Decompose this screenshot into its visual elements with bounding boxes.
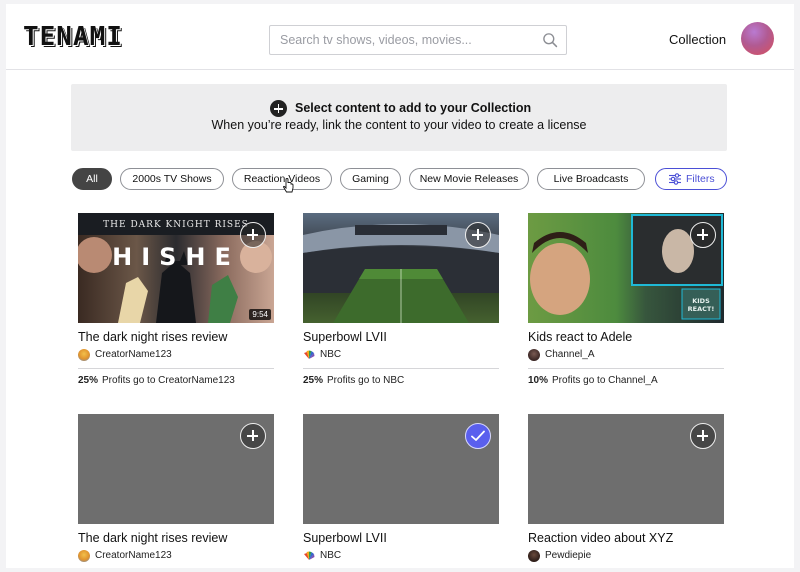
creator-avatar — [78, 349, 90, 361]
banner-title: Select content to add to your Collection — [295, 101, 532, 115]
search-input[interactable] — [270, 26, 534, 54]
video-duration: 9:54 — [249, 309, 271, 320]
search-box[interactable] — [269, 25, 567, 55]
content-card[interactable]: Reaction video about XYZ Pewdiepie — [528, 414, 724, 563]
app-frame: TENAMI Collection Select content to add … — [6, 4, 794, 568]
card-title[interactable]: The dark night rises review — [78, 330, 274, 344]
logo[interactable]: TENAMI — [23, 22, 123, 52]
content-card[interactable]: The dark night rises review CreatorName1… — [78, 414, 274, 563]
filters-label: Filters — [686, 173, 715, 185]
chip-all[interactable]: All — [72, 168, 112, 190]
add-to-collection-button[interactable] — [465, 222, 491, 248]
divider — [78, 368, 274, 369]
card-title[interactable]: Superbowl LVII — [303, 330, 499, 344]
content-card[interactable]: Superbowl LVII NBC 25% Profits go to NBC — [303, 213, 499, 386]
video-thumbnail[interactable] — [528, 414, 724, 524]
profit-text: Profits go to NBC — [327, 375, 405, 386]
add-to-collection-button[interactable] — [690, 423, 716, 449]
content-card[interactable]: THE DARK KNIGHT RISES HISHE 9:54 The dar… — [78, 213, 274, 386]
chip-reaction-videos[interactable]: Reaction Videos — [232, 168, 332, 190]
content-card[interactable]: Superbowl LVII NBC — [303, 414, 499, 563]
mouse-pointer-icon — [283, 178, 294, 193]
card-title[interactable]: Kids react to Adele — [528, 330, 724, 344]
card-title[interactable]: Reaction video about XYZ — [528, 531, 724, 545]
profit-info: 25% Profits go to CreatorName123 — [78, 375, 274, 386]
selected-check-button[interactable] — [465, 423, 491, 449]
top-header: TENAMI Collection — [6, 4, 794, 70]
instruction-banner: Select content to add to your Collection… — [71, 84, 727, 151]
profit-info: 25% Profits go to NBC — [303, 375, 499, 386]
divider — [303, 368, 499, 369]
profit-text: Profits go to CreatorName123 — [102, 375, 235, 386]
video-thumbnail[interactable] — [78, 414, 274, 524]
divider — [528, 368, 724, 369]
creator-name[interactable]: CreatorName123 — [95, 550, 172, 561]
creator-row: Channel_A — [528, 349, 724, 362]
creator-name[interactable]: Pewdiepie — [545, 550, 591, 561]
video-thumbnail[interactable]: KIDS REACT! — [528, 213, 724, 323]
check-icon — [471, 430, 485, 441]
creator-name[interactable]: NBC — [320, 349, 341, 360]
profit-percent: 25% — [303, 375, 324, 386]
thumbnail-caption: KIDS REACT! — [687, 297, 715, 313]
profit-text: Profits go to Channel_A — [552, 375, 658, 386]
nbc-peacock-icon — [304, 350, 315, 359]
add-to-collection-button[interactable] — [240, 222, 266, 248]
video-thumbnail[interactable] — [303, 213, 499, 323]
chip-new-movie-releases[interactable]: New Movie Releases — [409, 168, 529, 190]
filters-button[interactable]: Filters — [655, 168, 727, 190]
user-avatar[interactable] — [741, 22, 774, 55]
profit-percent: 25% — [78, 375, 99, 386]
profit-info: 10% Profits go to Channel_A — [528, 375, 724, 386]
collection-link[interactable]: Collection — [669, 32, 726, 47]
chip-live-broadcasts[interactable]: Live Broadcasts — [537, 168, 645, 190]
banner-subtitle: When you’re ready, link the content to y… — [211, 118, 587, 132]
creator-avatar — [78, 550, 90, 562]
creator-name[interactable]: Channel_A — [545, 349, 594, 360]
creator-name[interactable]: NBC — [320, 550, 341, 561]
profit-percent: 10% — [528, 375, 549, 386]
thumbnail-logo-text: HISHE — [112, 243, 240, 271]
creator-row: NBC — [303, 349, 499, 362]
card-title[interactable]: Superbowl LVII — [303, 531, 499, 545]
chip-gaming[interactable]: Gaming — [340, 168, 401, 190]
plus-circle-icon — [270, 100, 287, 117]
add-to-collection-button[interactable] — [690, 222, 716, 248]
creator-avatar — [528, 550, 540, 562]
creator-row: CreatorName123 — [78, 550, 274, 563]
chip-2000s-tv-shows[interactable]: 2000s TV Shows — [120, 168, 224, 190]
video-thumbnail[interactable]: THE DARK KNIGHT RISES HISHE 9:54 — [78, 213, 274, 323]
creator-row: CreatorName123 — [78, 349, 274, 362]
search-icon[interactable] — [542, 32, 559, 49]
creator-name[interactable]: CreatorName123 — [95, 349, 172, 360]
nbc-peacock-icon — [304, 551, 315, 560]
content-card[interactable]: KIDS REACT! Kids react to Adele Channel_… — [528, 213, 724, 386]
creator-avatar — [528, 349, 540, 361]
video-thumbnail[interactable] — [303, 414, 499, 524]
add-to-collection-button[interactable] — [240, 423, 266, 449]
creator-row: Pewdiepie — [528, 550, 724, 563]
sliders-icon — [669, 173, 681, 185]
creator-row: NBC — [303, 550, 499, 563]
card-title[interactable]: The dark night rises review — [78, 531, 274, 545]
